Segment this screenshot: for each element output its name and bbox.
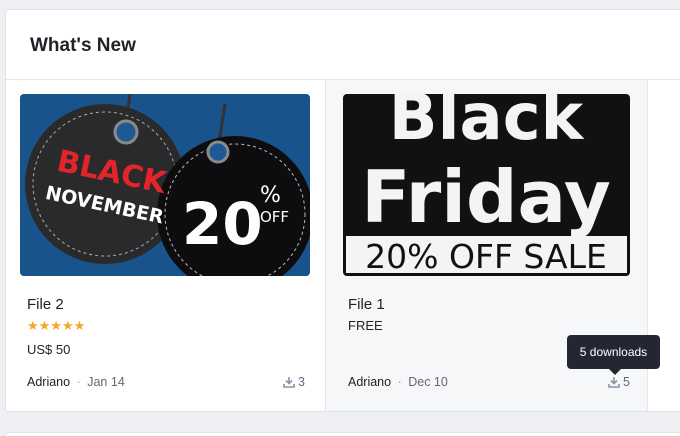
file-tile[interactable]: BLACK NOVEMBER 20 % OFF File 2 ★★★★★ US$… (6, 80, 326, 411)
download-count[interactable]: 3 (283, 375, 305, 389)
author-link[interactable]: Adriano (27, 375, 70, 389)
download-count-value: 3 (298, 375, 305, 389)
thumb-line2: Friday (361, 155, 611, 239)
black-november-image: BLACK NOVEMBER 20 % OFF (20, 94, 310, 276)
file-price: FREE (348, 318, 383, 333)
file-name[interactable]: File 2 (27, 296, 64, 313)
author-link[interactable]: Adriano (348, 375, 391, 389)
download-icon (283, 377, 295, 388)
download-count-value: 5 (623, 375, 630, 389)
section-title: What's New (30, 35, 136, 56)
black-friday-image: Black Friday 20% OFF SALE (343, 94, 630, 276)
thumb-line3: 20% OFF SALE (365, 237, 607, 276)
file-meta: Adriano · Dec 10 (348, 375, 448, 389)
rating-stars: ★★★★★ (27, 318, 86, 333)
file-meta: Adriano · Jan 14 (27, 375, 125, 389)
download-icon (608, 377, 620, 388)
download-count[interactable]: 5 (608, 375, 630, 389)
downloads-tooltip: 5 downloads (567, 335, 660, 375)
file-name[interactable]: File 1 (348, 296, 385, 313)
tag2-pct: % (260, 183, 281, 208)
separator: · (76, 375, 81, 389)
separator: · (397, 375, 402, 389)
thumb-line1: Black (389, 94, 585, 155)
tag2-off: OFF (260, 208, 289, 226)
tag2-big: 20 (182, 190, 263, 258)
file-date: Dec 10 (408, 375, 448, 389)
next-card (5, 432, 680, 436)
card-header: What's New (6, 10, 680, 80)
file-date: Jan 14 (87, 375, 125, 389)
file-price: US$ 50 (27, 342, 71, 357)
file-thumbnail[interactable]: Black Friday 20% OFF SALE (343, 94, 630, 276)
file-thumbnail[interactable]: BLACK NOVEMBER 20 % OFF (20, 94, 310, 276)
